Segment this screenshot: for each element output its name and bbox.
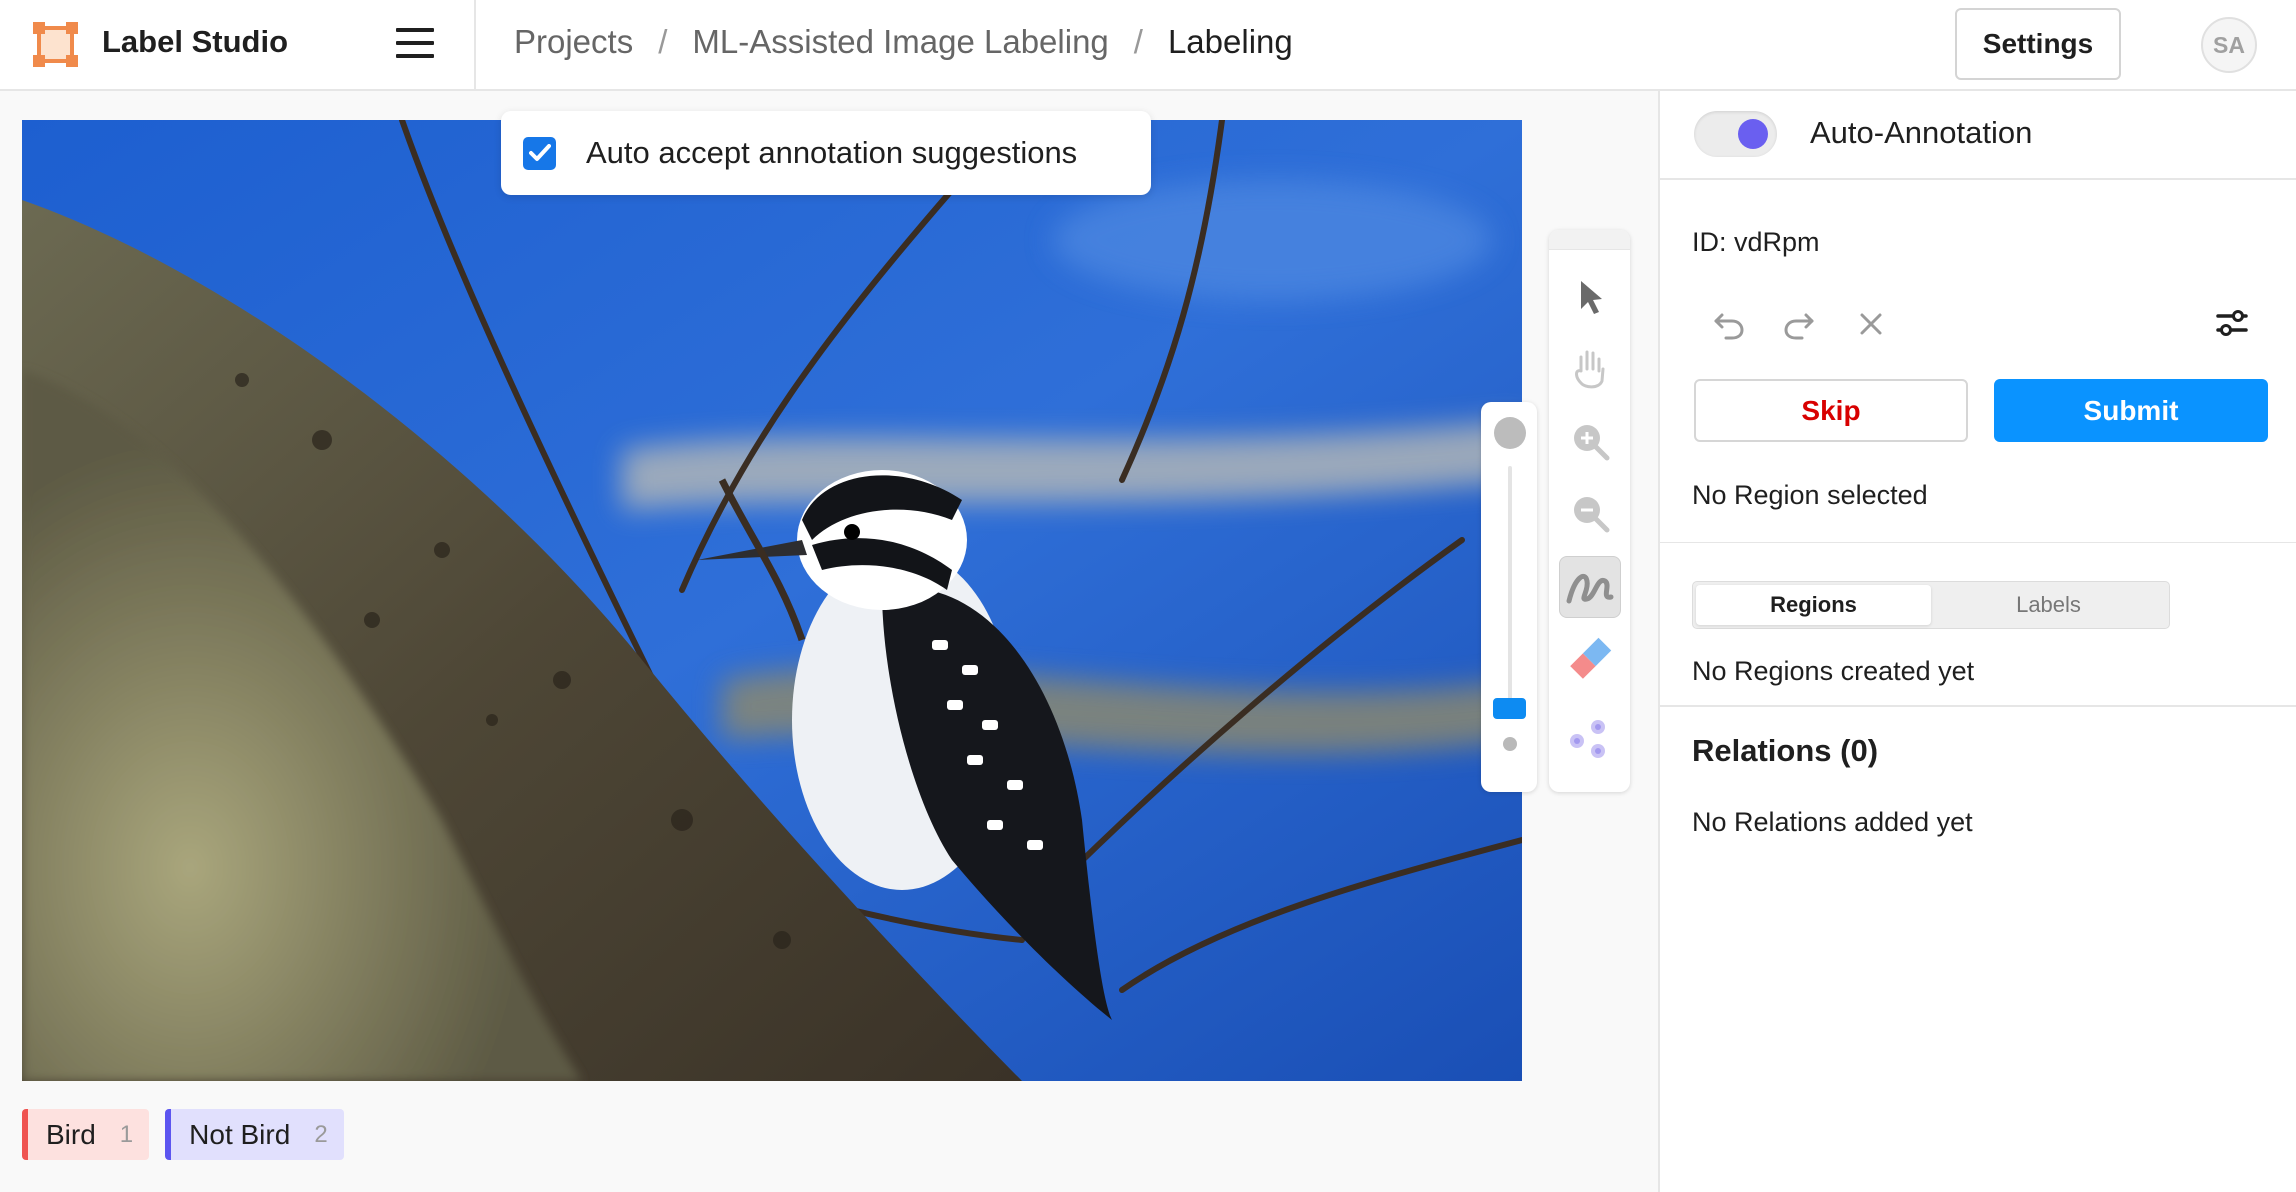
submit-button[interactable]: Submit [1994,379,2268,442]
auto-annotation-row: Auto-Annotation [1660,91,2296,180]
woodpecker-photo [22,120,1522,1081]
brush-icon[interactable] [1559,556,1621,618]
top-header: Label Studio Projects / ML-Assisted Imag… [0,0,2296,91]
auto-accept-checkbox[interactable] [523,136,556,170]
auto-accept-label: Auto accept annotation suggestions [586,135,1078,170]
tab-labels[interactable]: Labels [1931,585,2166,625]
label-not-bird-hotkey: 2 [314,1120,328,1148]
annotation-id: ID: vdRpm [1692,227,1820,257]
small-brush-icon [1503,737,1517,751]
auto-annotation-label: Auto-Annotation [1810,115,2033,150]
tool-palette [1549,230,1630,792]
avatar[interactable]: SA [2201,17,2257,73]
toolbar-drag-handle[interactable] [1549,230,1630,250]
labeling-workspace: Auto accept annotation suggestions Bird … [0,91,1658,1192]
logo-area: Label Studio [0,0,476,89]
pointer-icon[interactable] [1559,266,1621,328]
breadcrumb: Projects / ML-Assisted Image Labeling / … [514,23,1293,61]
zoom-out-icon[interactable] [1559,482,1621,544]
breadcrumb-projects[interactable]: Projects [514,23,633,61]
magic-wand-icon[interactable] [1559,708,1621,770]
zoom-in-icon[interactable] [1559,410,1621,472]
label-studio-logo-icon [33,22,78,67]
slider-track[interactable] [1508,466,1512,716]
brush-size-slider[interactable] [1481,402,1537,792]
eraser-icon[interactable] [1559,628,1621,690]
menu-icon[interactable] [396,28,434,58]
label-not-bird-name: Not Bird [189,1118,291,1150]
reset-icon[interactable] [1852,305,1890,343]
no-region-selected: No Region selected [1692,480,1928,510]
redo-icon[interactable] [1780,305,1818,343]
label-not-bird[interactable]: Not Bird 2 [165,1109,344,1160]
label-bird[interactable]: Bird 1 [22,1109,150,1160]
regions-labels-tabs: Regions Labels [1692,581,2170,629]
undo-icon[interactable] [1710,305,1748,343]
relations-title: Relations (0) [1692,733,1879,768]
section-divider [1660,542,2296,543]
section-divider [1660,705,2296,707]
auto-annotation-toggle[interactable] [1694,111,1777,157]
app-title: Label Studio [102,24,288,59]
large-brush-icon [1494,417,1526,449]
breadcrumb-separator: / [658,23,668,60]
panel-settings-icon[interactable] [2214,305,2250,341]
label-choices: Bird 1 Not Bird 2 [22,1109,344,1160]
label-bird-hotkey: 1 [119,1120,134,1148]
breadcrumb-project[interactable]: ML-Assisted Image Labeling [692,23,1108,61]
hand-icon[interactable] [1559,338,1621,400]
side-panel: Auto-Annotation ID: vdRpm Skip Submit No… [1658,91,2296,1192]
skip-button[interactable]: Skip [1694,379,1968,442]
auto-accept-bar: Auto accept annotation suggestions [501,111,1151,195]
slider-handle[interactable] [1493,698,1526,719]
label-bird-name: Bird [46,1118,96,1150]
breadcrumb-separator: / [1133,23,1143,60]
toggle-knob [1738,119,1768,149]
task-image[interactable] [22,120,1522,1081]
no-regions-text: No Regions created yet [1692,656,1975,686]
check-icon [528,144,551,161]
tab-regions[interactable]: Regions [1696,585,1931,625]
breadcrumb-current: Labeling [1167,23,1293,60]
no-relations-text: No Relations added yet [1692,807,1973,837]
settings-button[interactable]: Settings [1955,8,2121,80]
